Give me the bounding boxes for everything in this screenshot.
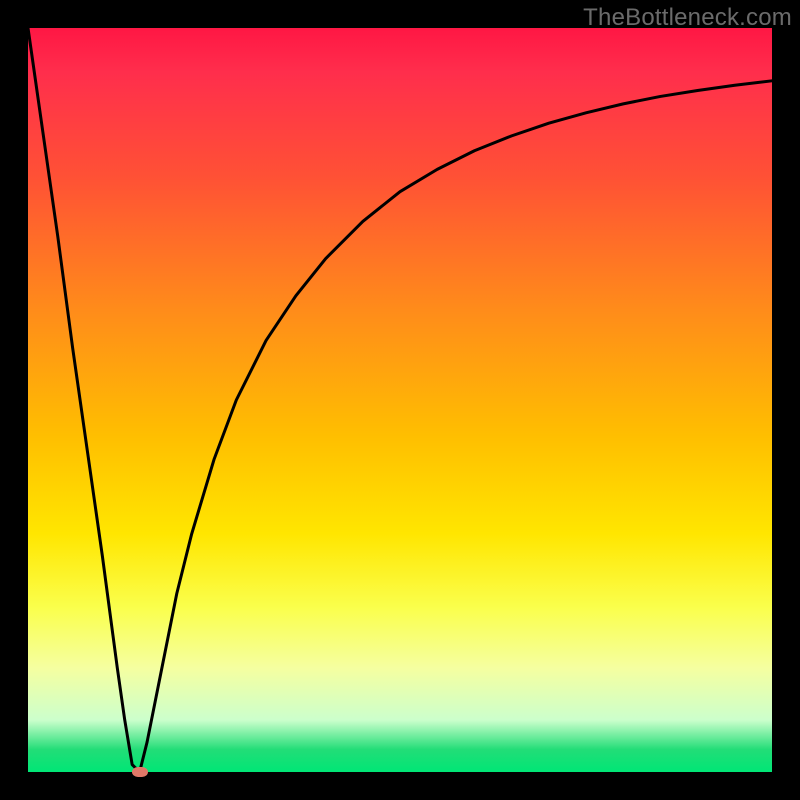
plot-area: [28, 28, 772, 772]
chart-frame: TheBottleneck.com: [0, 0, 800, 800]
optimal-marker: [132, 767, 148, 777]
curve-svg: [28, 28, 772, 772]
bottleneck-curve: [28, 28, 772, 772]
